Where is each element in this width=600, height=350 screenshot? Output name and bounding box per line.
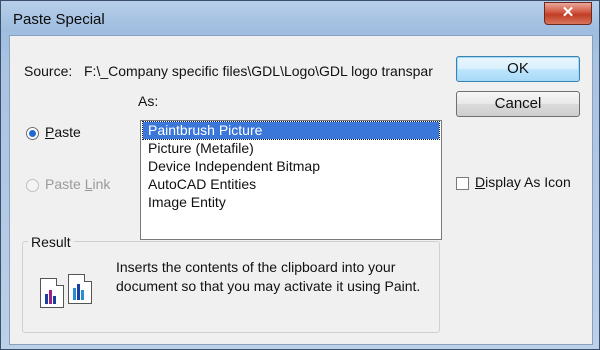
result-description: Inserts the contents of the clipboard in… — [116, 258, 436, 296]
as-label: As: — [138, 93, 159, 109]
close-button[interactable]: ✕ — [544, 2, 592, 25]
paste-special-dialog: Paste Special ✕ Source: F:\_Company spec… — [0, 0, 600, 350]
display-as-icon-checkbox[interactable] — [456, 177, 469, 190]
clipboard-picture-icon — [38, 272, 98, 312]
source-label: Source: — [24, 63, 73, 79]
list-item[interactable]: AutoCAD Entities — [143, 176, 439, 193]
result-line-2: document so that you may activate it usi… — [116, 278, 421, 294]
list-item[interactable]: Paintbrush Picture — [142, 121, 440, 140]
list-item[interactable]: Image Entity — [143, 194, 439, 211]
result-label: Result — [28, 234, 74, 250]
dialog-body: Source: F:\_Company specific files\GDL\L… — [9, 35, 593, 345]
paste-link-radio-label[interactable]: Paste Link — [45, 176, 110, 192]
list-item[interactable]: Picture (Metafile) — [143, 140, 439, 157]
list-item[interactable]: Device Independent Bitmap — [143, 158, 439, 175]
paste-as-listbox[interactable]: Paintbrush Picture Picture (Metafile) Devi… — [140, 120, 442, 240]
dialog-title: Paste Special — [13, 11, 105, 28]
ok-button[interactable]: OK — [456, 56, 580, 82]
close-icon: ✕ — [561, 4, 575, 21]
paste-radio[interactable] — [26, 127, 39, 140]
display-as-icon-label[interactable]: Display As Icon — [475, 174, 571, 190]
paste-radio-label[interactable]: Paste — [45, 124, 81, 140]
title-bar[interactable]: Paste Special ✕ — [1, 1, 599, 35]
result-line-1: Inserts the contents of the clipboard in… — [116, 259, 396, 275]
paste-link-radio[interactable] — [26, 179, 39, 192]
source-path: F:\_Company specific files\GDL\Logo\GDL … — [84, 63, 433, 79]
cancel-button[interactable]: Cancel — [456, 91, 580, 117]
